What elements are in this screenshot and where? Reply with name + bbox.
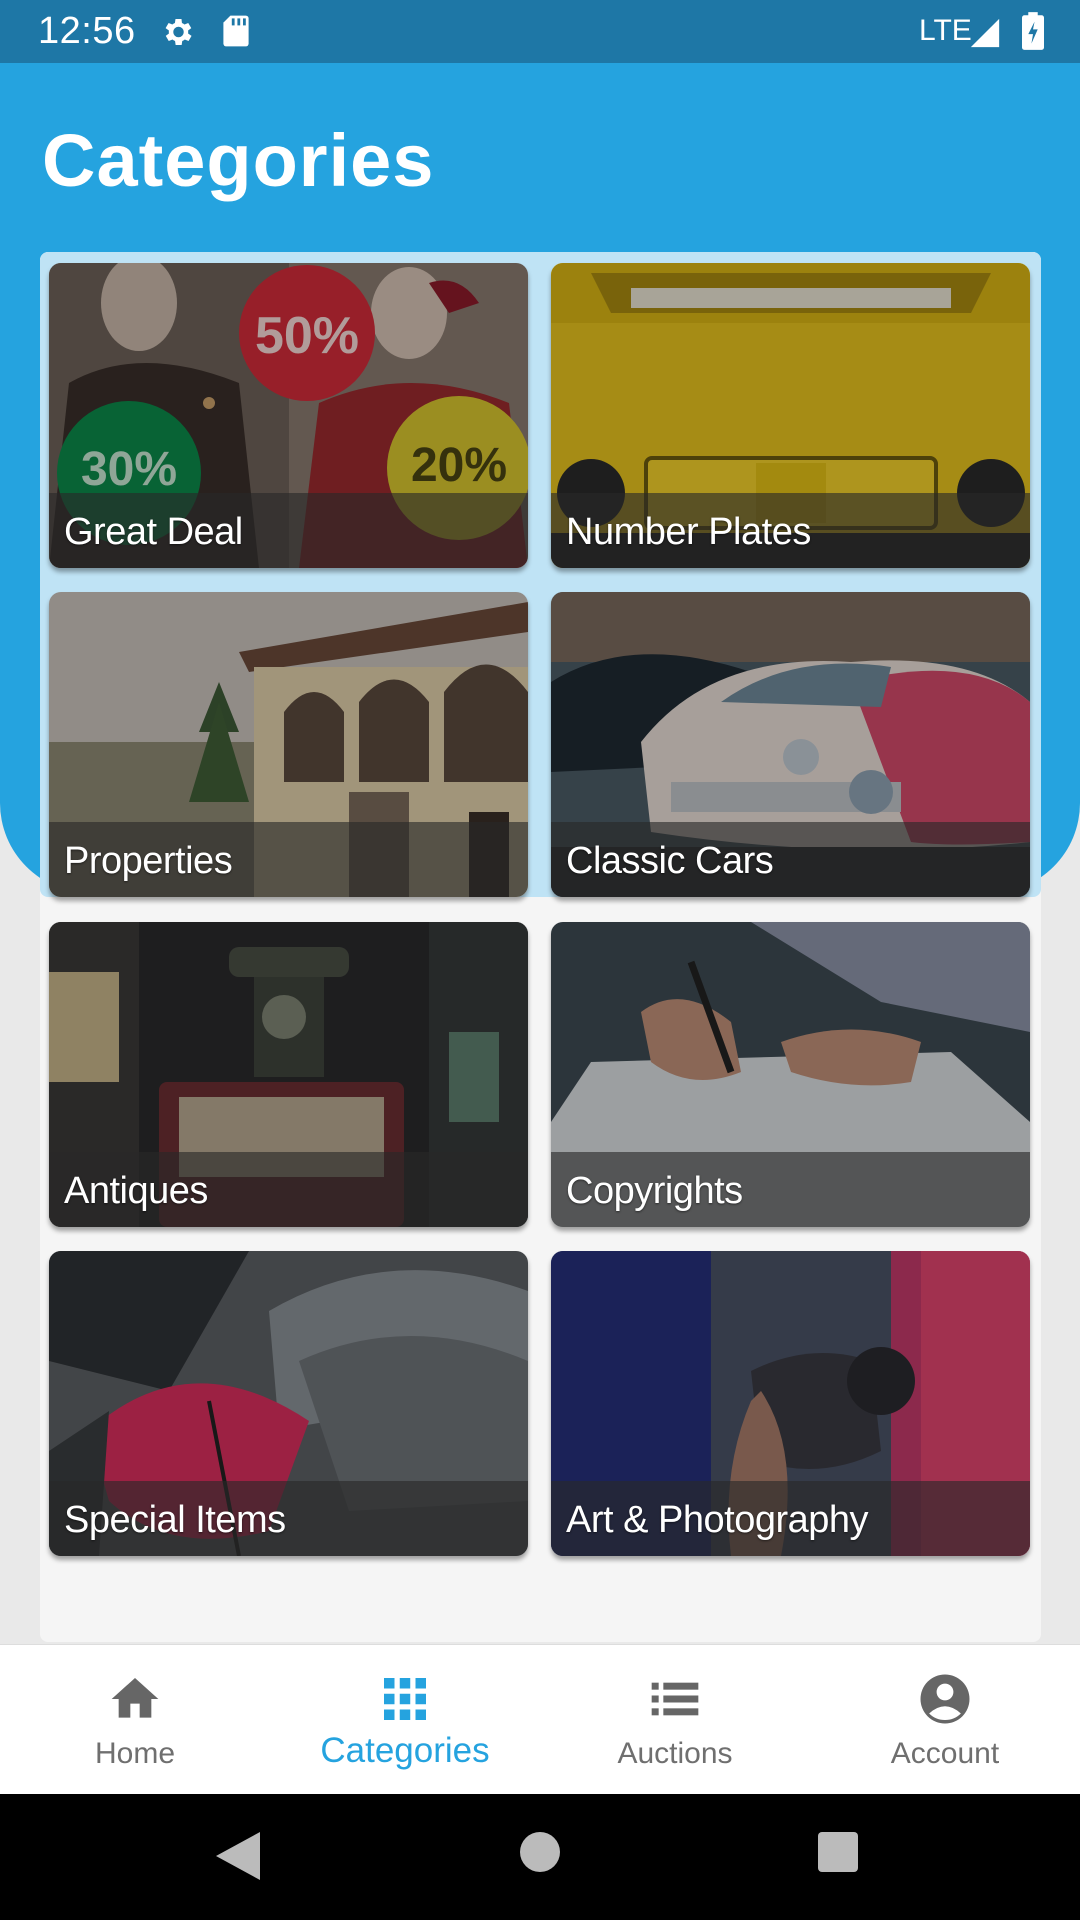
- gear-icon: [165, 18, 192, 46]
- category-label: Number Plates: [566, 511, 811, 553]
- category-tile-special-items[interactable]: Special Items: [49, 1251, 528, 1556]
- category-label: Art & Photography: [566, 1499, 869, 1541]
- signal-icon: [970, 18, 1000, 48]
- page-title: Categories: [42, 119, 435, 202]
- nav-label-categories: Categories: [320, 1731, 490, 1770]
- home-circle-icon[interactable]: [520, 1832, 560, 1872]
- system-navigation-bar: [0, 1794, 1080, 1920]
- recents-icon[interactable]: [818, 1832, 858, 1872]
- nav-item-auctions[interactable]: Auctions: [540, 1645, 810, 1795]
- category-tile-antiques[interactable]: Antiques: [49, 922, 528, 1227]
- category-tile-great-deal[interactable]: 50% 30% 20% Great Deal: [49, 263, 528, 568]
- back-icon[interactable]: [216, 1832, 260, 1880]
- account-icon: [920, 1674, 970, 1724]
- category-tile-number-plates[interactable]: Number Plates: [551, 263, 1030, 568]
- category-tile-copyrights[interactable]: Copyrights: [551, 922, 1030, 1227]
- category-label: Classic Cars: [566, 840, 774, 882]
- nav-label-auctions: Auctions: [617, 1737, 733, 1770]
- nav-item-home[interactable]: Home: [0, 1645, 270, 1795]
- status-time: 12:56: [38, 10, 136, 52]
- category-label: Properties: [64, 840, 233, 882]
- nav-label-account: Account: [890, 1737, 1000, 1770]
- category-tile-art-photography[interactable]: Art & Photography: [551, 1251, 1030, 1556]
- category-label: Great Deal: [64, 511, 243, 553]
- nav-item-account[interactable]: Account: [810, 1645, 1080, 1795]
- nav-label-home: Home: [94, 1737, 176, 1770]
- battery-icon: [1022, 12, 1044, 50]
- category-label: Special Items: [64, 1499, 286, 1541]
- sd-card-icon: [223, 15, 249, 47]
- category-label: Copyrights: [566, 1170, 743, 1212]
- category-tile-properties[interactable]: Properties: [49, 592, 528, 897]
- list-icon: [651, 1682, 699, 1716]
- home-icon: [111, 1678, 159, 1718]
- nav-item-categories[interactable]: Categories: [270, 1645, 540, 1795]
- network-type: LTE: [919, 14, 972, 47]
- grid-icon: [384, 1678, 426, 1720]
- status-bar: 12:56 LTE: [0, 0, 1080, 63]
- category-label: Antiques: [64, 1170, 208, 1212]
- bottom-navigation: Home Categories Auctions Account: [0, 1644, 1080, 1794]
- category-tile-classic-cars[interactable]: Classic Cars: [551, 592, 1030, 897]
